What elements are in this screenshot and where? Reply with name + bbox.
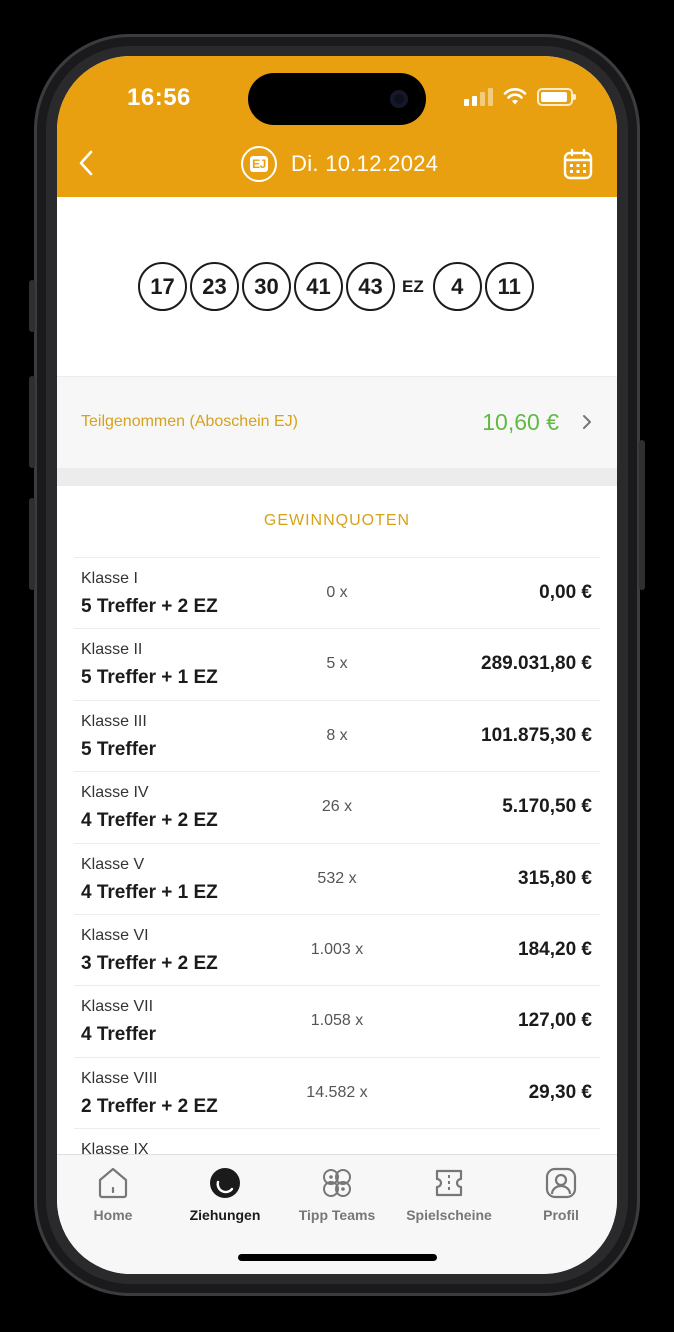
- row-winners: 0 x: [326, 584, 348, 601]
- row-payout: 184,20 €: [518, 938, 592, 960]
- euro-number-ball: 4: [432, 262, 482, 311]
- power-button: [639, 440, 645, 590]
- row-winners: 1.058 x: [310, 1012, 364, 1030]
- tab-ziehungen[interactable]: Ziehungen: [169, 1165, 281, 1223]
- app-screen: 16:56 EJ Di. 10.12.2024 17 23 30 41 43 E…: [57, 56, 617, 1274]
- row-winners: 532 x: [317, 869, 357, 887]
- table-row: Klasse IV 4 Treffer + 2 EZ 26 x 5.170,50…: [74, 771, 600, 842]
- table-row: Klasse VI 3 Treffer + 2 EZ 1.003 x 184,2…: [74, 913, 600, 985]
- row-class: Klasse VIII: [81, 1069, 158, 1087]
- home-indicator: [238, 1254, 437, 1261]
- row-hits: 5 Treffer + 1 EZ: [81, 667, 218, 689]
- participation-row[interactable]: Teilgenommen (Aboschein EJ) 10,60 €: [57, 376, 617, 468]
- participation-label: Teilgenommen (Aboschein EJ): [81, 413, 298, 430]
- camera-icon: [390, 90, 408, 108]
- table-row: Klasse VII 4 Treffer 1.058 x 127,00 €: [74, 985, 600, 1056]
- row-payout: 315,80 €: [518, 867, 592, 889]
- main-number-ball: 23: [190, 262, 239, 311]
- row-class: Klasse VII: [81, 998, 154, 1016]
- tab-label: Spielscheine: [406, 1207, 492, 1223]
- row-hits: 5 Treffer: [81, 738, 156, 760]
- chevron-right-icon: [583, 415, 591, 429]
- row-class: Klasse IV: [81, 784, 149, 802]
- nav-title: EJ Di. 10.12.2024: [241, 146, 438, 182]
- row-hits: 2 Treffer + 2 EZ: [81, 1095, 218, 1117]
- row-hits: 4 Treffer: [81, 1024, 156, 1046]
- section-divider: [57, 468, 617, 486]
- tab-tipp-teams[interactable]: Tipp Teams: [281, 1165, 393, 1223]
- row-hits: 4 Treffer + 1 EZ: [81, 881, 218, 903]
- row-winners: 14.582 x: [306, 1083, 368, 1101]
- tab-profil[interactable]: Profil: [505, 1165, 617, 1223]
- team-icon: [323, 1169, 351, 1197]
- row-hits: 4 Treffer + 2 EZ: [81, 810, 218, 832]
- draws-icon: [210, 1168, 240, 1198]
- row-payout: 29,30 €: [528, 1081, 592, 1103]
- main-number-ball: 17: [138, 262, 187, 311]
- dynamic-island: [248, 73, 426, 125]
- row-winners: 1.003 x: [310, 940, 364, 958]
- payout-table: Klasse I 5 Treffer + 2 EZ 0 x 0,00 € Kla…: [74, 557, 600, 1200]
- table-row: Klasse II 5 Treffer + 1 EZ 5 x 289.031,8…: [74, 628, 600, 699]
- draw-numbers: 17 23 30 41 43 EZ 4 11: [138, 262, 537, 311]
- main-number-ball: 43: [346, 262, 395, 311]
- row-class: Klasse VI: [81, 926, 149, 944]
- table-row: Klasse V 4 Treffer + 1 EZ 532 x 315,80 €: [74, 842, 600, 914]
- status-time: 16:56: [127, 84, 191, 111]
- back-icon[interactable]: [75, 148, 99, 178]
- volume-down-button: [29, 498, 35, 590]
- tab-label: Profil: [543, 1207, 579, 1223]
- app-header: 16:56 EJ Di. 10.12.2024: [57, 56, 617, 197]
- row-payout: 0,00 €: [539, 582, 592, 603]
- tab-home[interactable]: Home: [57, 1165, 169, 1223]
- row-hits: 5 Treffer + 2 EZ: [81, 596, 218, 617]
- main-number-ball: 41: [294, 262, 343, 311]
- participation-amount: 10,60 €: [482, 409, 559, 435]
- row-winners: 8 x: [326, 726, 348, 744]
- section-title: GEWINNQUOTEN: [263, 512, 411, 529]
- row-hits: 3 Treffer + 2 EZ: [81, 952, 218, 974]
- row-payout: 127,00 €: [518, 1010, 592, 1032]
- row-class: Klasse III: [81, 712, 147, 730]
- calendar-icon[interactable]: [563, 148, 593, 180]
- action-button: [29, 280, 35, 332]
- volume-up-button: [29, 376, 35, 468]
- tab-spielscheine[interactable]: Spielscheine: [393, 1165, 505, 1223]
- euro-number-ball: 11: [484, 262, 534, 311]
- profile-icon: [545, 1167, 577, 1199]
- row-winners: 26 x: [321, 798, 353, 816]
- draw-numbers-section: 17 23 30 41 43 EZ 4 11: [57, 197, 617, 376]
- main-number-ball: 30: [242, 262, 291, 311]
- row-class: Klasse V: [81, 855, 145, 873]
- table-row: Klasse I 5 Treffer + 2 EZ 0 x 0,00 €: [74, 557, 600, 628]
- row-payout: 101.875,30 €: [481, 724, 592, 746]
- tab-label: Ziehungen: [189, 1207, 261, 1223]
- status-icons: [464, 88, 576, 106]
- row-class: Klasse I: [81, 570, 138, 587]
- wifi-icon: [503, 88, 527, 105]
- ez-label: EZ: [402, 276, 424, 296]
- row-class: Klasse II: [81, 641, 143, 659]
- tab-label: Home: [93, 1207, 133, 1223]
- ticket-icon: [435, 1169, 463, 1197]
- signal-icon: [464, 88, 493, 106]
- tab-label: Tipp Teams: [298, 1207, 376, 1223]
- row-winners: 5 x: [326, 655, 348, 673]
- row-payout: 289.031,80 €: [481, 653, 592, 675]
- draw-date: Di. 10.12.2024: [291, 151, 439, 176]
- eurojackpot-logo-icon: EJ: [241, 146, 277, 182]
- logo-text: EJ: [250, 156, 268, 172]
- home-icon: [98, 1167, 128, 1199]
- battery-icon: [537, 88, 576, 106]
- table-row: Klasse III 5 Treffer 8 x 101.875,30 €: [74, 699, 600, 771]
- table-row: Klasse VIII 2 Treffer + 2 EZ 14.582 x 29…: [74, 1056, 600, 1128]
- row-payout: 5.170,50 €: [502, 796, 592, 818]
